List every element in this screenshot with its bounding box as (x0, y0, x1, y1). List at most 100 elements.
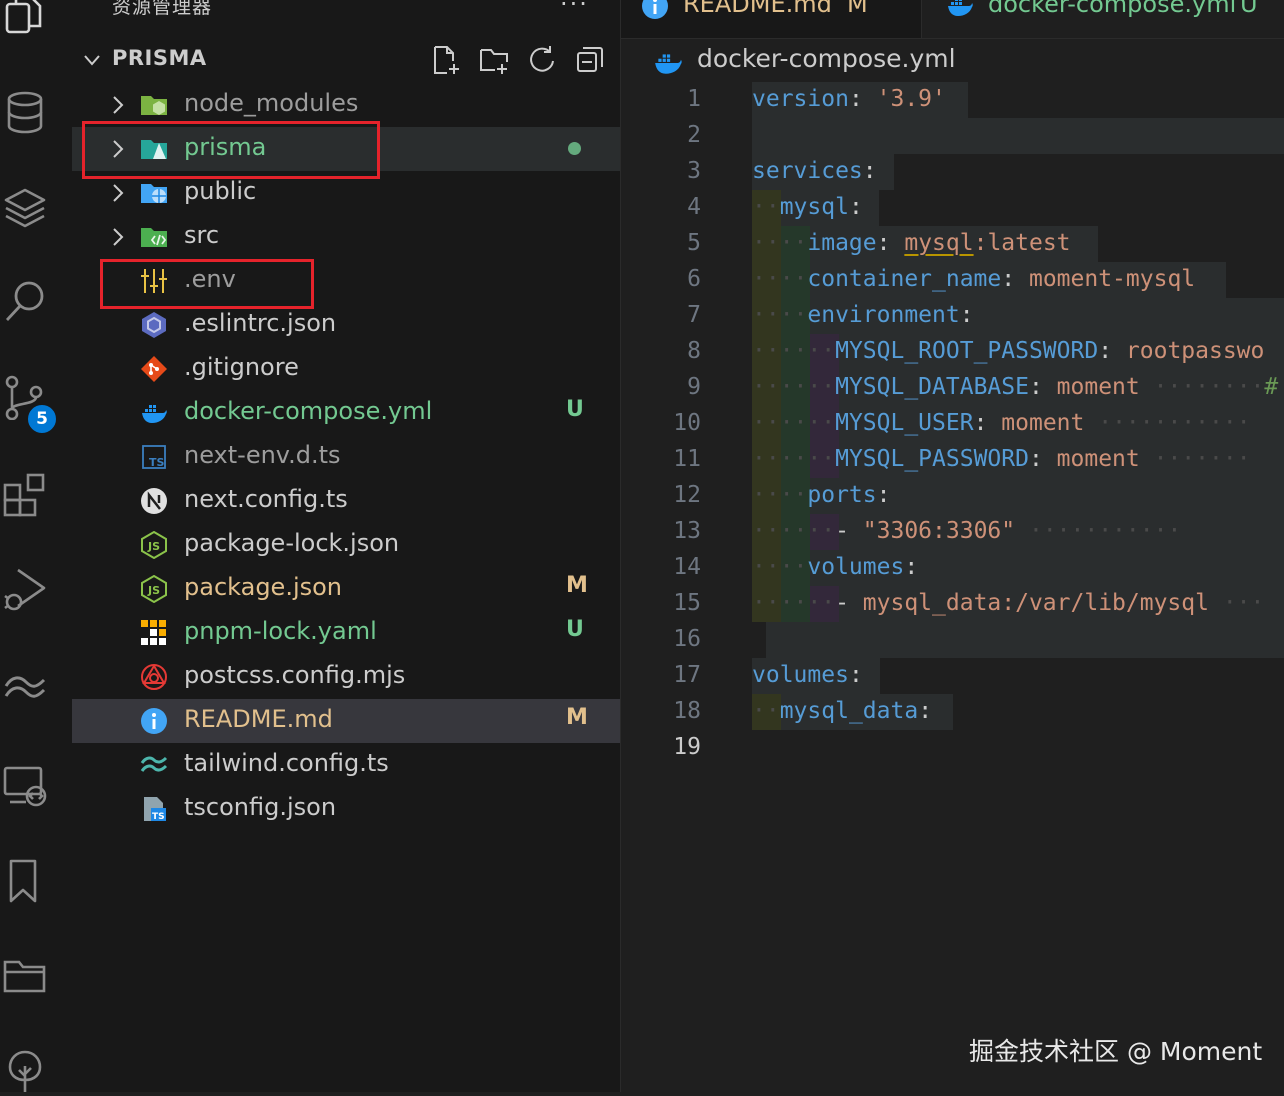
tree-item-label: src (184, 221, 220, 249)
line-number: 1 (687, 86, 701, 112)
nodejs-icon: JS (141, 531, 167, 559)
tab-readme[interactable]: README.md M (621, 0, 922, 38)
tree-item-label: .gitignore (184, 353, 299, 381)
search-icon[interactable] (0, 276, 50, 326)
tree-item-src[interactable]: src (72, 215, 620, 259)
new-file-button[interactable] (430, 44, 462, 76)
tree-item-eslintrc[interactable]: .eslintrc.json (72, 303, 620, 347)
tab-status: M (847, 0, 868, 18)
new-folder-button[interactable] (478, 44, 510, 76)
layers-icon[interactable] (0, 182, 50, 232)
tree-item-label: package.json (184, 573, 343, 601)
code-line: 5 ····image: mysql:latest (621, 226, 1284, 262)
database-icon[interactable] (0, 88, 50, 138)
remote-explorer-icon[interactable] (0, 760, 50, 810)
tree-item-package-json[interactable]: JS package.json M (72, 567, 620, 611)
tree-item-postcss-config[interactable]: postcss.config.mjs (72, 655, 620, 699)
tree-item-gitignore[interactable]: .gitignore (72, 347, 620, 391)
folder-public-icon (141, 184, 167, 203)
line-number: 17 (673, 662, 701, 688)
code-line: 10 ······MYSQL_USER: moment ··········· (621, 406, 1284, 442)
code-line: 12 ····ports: (621, 478, 1284, 514)
code-text: ······MYSQL_DATABASE: moment ········# (752, 374, 1279, 400)
run-debug-icon[interactable] (0, 564, 50, 614)
line-number: 14 (673, 554, 701, 580)
breadcrumb[interactable]: docker-compose.yml (621, 42, 1284, 80)
tree-item-label: next-env.d.ts (184, 441, 341, 469)
line-number: 2 (687, 122, 701, 148)
git-status-untracked: U (566, 617, 584, 642)
tree-item-label: pnpm-lock.yaml (184, 617, 377, 645)
tree-item-label: next.config.ts (184, 485, 348, 513)
collapse-all-button[interactable] (574, 44, 606, 76)
tree-item-tailwind-config[interactable]: tailwind.config.ts (72, 743, 620, 787)
editor-tab-bar: README.md M docker-compose.yml U (621, 0, 1284, 39)
code-line: 9 ······MYSQL_DATABASE: moment ········# (621, 370, 1284, 406)
refresh-button[interactable] (526, 44, 558, 76)
docker-icon (948, 0, 973, 16)
code-text: ······MYSQL_USER: moment ··········· (752, 410, 1251, 436)
tree-item-label: docker-compose.yml (184, 397, 433, 425)
bookmark-icon[interactable] (0, 856, 50, 906)
line-number: 8 (687, 338, 701, 364)
tree-item-label: README.md (184, 705, 333, 733)
git-status-modified: M (566, 705, 588, 730)
code-text: ··mysql_data: (752, 698, 933, 724)
chevron-right-icon (113, 228, 124, 246)
code-line: 17 volumes: (621, 658, 1284, 694)
activity-bar: 5 (0, 0, 73, 1092)
code-text: ····environment: (752, 302, 974, 328)
tsconfig-icon: TS (144, 797, 166, 822)
code-line: 7 ····environment: (621, 298, 1284, 334)
tree-item-label: tailwind.config.ts (184, 749, 389, 777)
highlight-box-env (100, 259, 314, 309)
code-line: 11 ······MYSQL_PASSWORD: moment ······· (621, 442, 1284, 478)
code-text: volumes: (752, 662, 863, 688)
code-text: ······- mysql_data:/var/lib/mysql ··· (752, 590, 1265, 616)
git-status-modified: M (566, 573, 588, 598)
tree-item-readme[interactable]: README.md M (72, 699, 620, 743)
project-section-header[interactable]: PRISMA (72, 40, 620, 80)
code-text: ····image: mysql:latest (752, 230, 1071, 256)
nodejs-icon: JS (141, 575, 167, 603)
code-text: ······MYSQL_ROOT_PASSWORD: rootpasswo (752, 338, 1265, 364)
highlight-box-prisma (82, 121, 380, 179)
code-line: 4 ··mysql: (621, 190, 1284, 226)
code-text: ····container_name: moment-mysql (752, 266, 1196, 292)
tree-item-next-config[interactable]: next.config.ts (72, 479, 620, 523)
tree-item-pnpm-lock[interactable]: pnpm-lock.yaml U (72, 611, 620, 655)
tree-icon[interactable] (0, 1046, 50, 1096)
tree-item-next-env[interactable]: TS next-env.d.ts (72, 435, 620, 479)
tailwind-extension-icon[interactable] (0, 660, 50, 710)
line-number: 10 (673, 410, 701, 436)
code-text: ······MYSQL_PASSWORD: moment ······· (752, 446, 1251, 472)
code-editor[interactable]: 1 version: '3.9' 2 3 services: 4 ··mysql… (621, 82, 1284, 782)
line-number: 12 (673, 482, 701, 508)
code-line-active: 19 (621, 730, 1284, 766)
project-name: PRISMA (112, 46, 207, 70)
project-manager-icon[interactable] (0, 950, 50, 1000)
watermark: 掘金技术社区 @ Moment (969, 1037, 1263, 1066)
code-line: 14 ····volumes: (621, 550, 1284, 586)
typescript-def-icon: TS (142, 445, 166, 469)
tab-docker-compose[interactable]: docker-compose.yml U (922, 0, 1284, 38)
tree-item-tsconfig[interactable]: TS tsconfig.json (72, 787, 620, 831)
code-text: ····ports: (752, 482, 891, 508)
tree-item-docker-compose[interactable]: docker-compose.yml U (72, 391, 620, 435)
line-number: 16 (673, 626, 701, 652)
tab-status: U (1240, 0, 1258, 18)
chevron-right-icon (113, 184, 124, 202)
code-line: 2 (621, 118, 1284, 154)
tailwind-icon (140, 756, 168, 772)
code-text: ····volumes: (752, 554, 919, 580)
explorer-files-icon[interactable] (0, 0, 50, 42)
editor-area: README.md M docker-compose.yml U docker-… (621, 0, 1284, 1092)
extensions-icon[interactable] (0, 470, 50, 520)
code-line: 3 services: (621, 154, 1284, 190)
more-actions-button[interactable]: ··· (560, 0, 589, 18)
tree-item-package-lock[interactable]: JS package-lock.json (72, 523, 620, 567)
info-icon (642, 0, 668, 19)
line-number: 6 (687, 266, 701, 292)
folder-src-icon (141, 228, 167, 247)
chevron-down-icon (84, 55, 100, 66)
